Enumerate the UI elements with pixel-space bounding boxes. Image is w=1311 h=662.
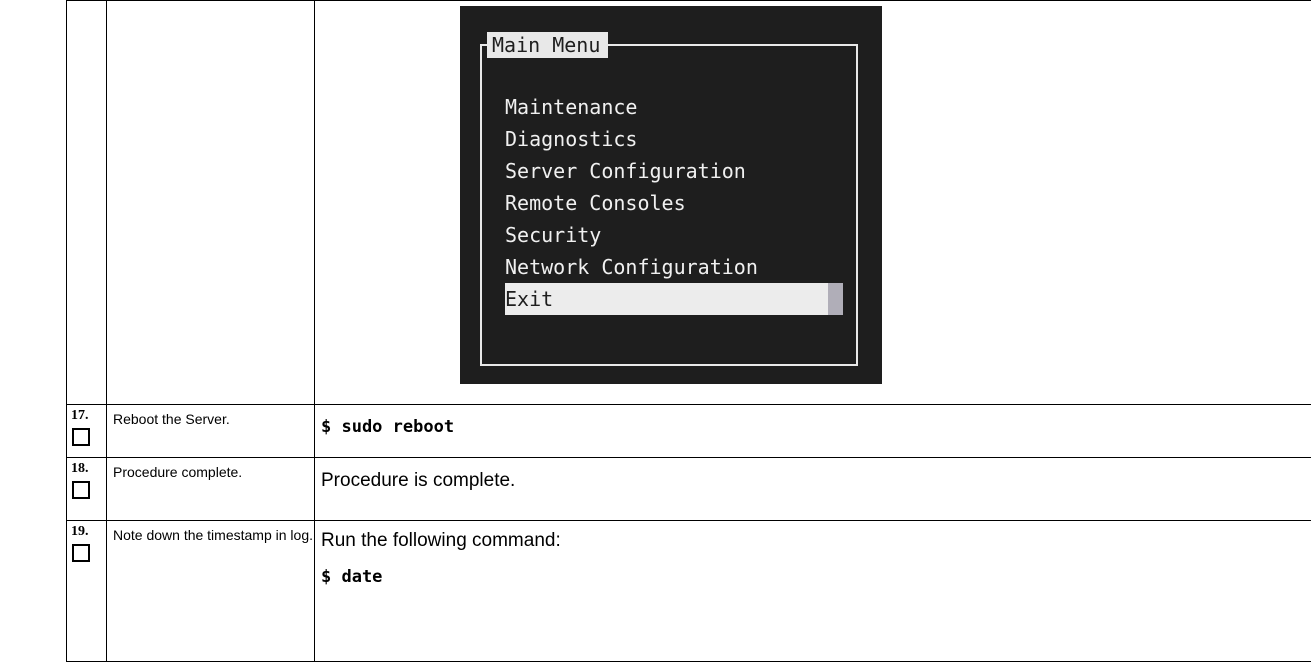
step-text: Procedure is complete. bbox=[321, 469, 1311, 493]
step-number: 18. bbox=[71, 462, 106, 476]
description-cell-empty bbox=[107, 1, 315, 405]
step-number: 19. bbox=[71, 525, 106, 539]
menu-item-exit-label: Exit bbox=[505, 287, 553, 311]
menu-item-maintenance[interactable]: Maintenance bbox=[505, 91, 843, 123]
step-number: 17. bbox=[71, 409, 106, 423]
step-cell: 19. bbox=[67, 521, 107, 662]
menu-item-network-configuration[interactable]: Network Configuration bbox=[505, 251, 843, 283]
step-cell: 17. bbox=[67, 405, 107, 458]
menu-item-exit[interactable]: Exit bbox=[505, 283, 843, 315]
step-content: Procedure is complete. bbox=[315, 458, 1311, 521]
menu-title: Main Menu bbox=[487, 32, 608, 58]
table-row: 17. Reboot the Server. $ sudo reboot bbox=[67, 405, 1311, 458]
step-description: Reboot the Server. bbox=[107, 405, 315, 458]
step-cell: 18. bbox=[67, 458, 107, 521]
step-checkbox[interactable] bbox=[72, 481, 90, 499]
terminal-screenshot: Main Menu Maintenance Diagnostics Server… bbox=[460, 6, 882, 384]
step-description: Procedure complete. bbox=[107, 458, 315, 521]
menu-item-security[interactable]: Security bbox=[505, 219, 843, 251]
cursor-block bbox=[828, 283, 843, 315]
command-text: $ date bbox=[321, 567, 1311, 587]
step-content: $ sudo reboot bbox=[315, 405, 1311, 458]
step-checkbox[interactable] bbox=[72, 428, 90, 446]
menu-item-server-configuration[interactable]: Server Configuration bbox=[505, 155, 843, 187]
menu-list: Maintenance Diagnostics Server Configura… bbox=[505, 91, 843, 315]
step-content: Run the following command: $ date bbox=[315, 521, 1311, 662]
step-cell-empty bbox=[67, 1, 107, 405]
step-description: Note down the timestamp in log. bbox=[107, 521, 315, 662]
table-row: 19. Note down the timestamp in log. Run … bbox=[67, 521, 1311, 662]
command-text: $ sudo reboot bbox=[321, 417, 1311, 437]
menu-item-remote-consoles[interactable]: Remote Consoles bbox=[505, 187, 843, 219]
table-row: 18. Procedure complete. Procedure is com… bbox=[67, 458, 1311, 521]
step-checkbox[interactable] bbox=[72, 544, 90, 562]
menu-item-diagnostics[interactable]: Diagnostics bbox=[505, 123, 843, 155]
step-text: Run the following command: bbox=[321, 529, 1311, 553]
